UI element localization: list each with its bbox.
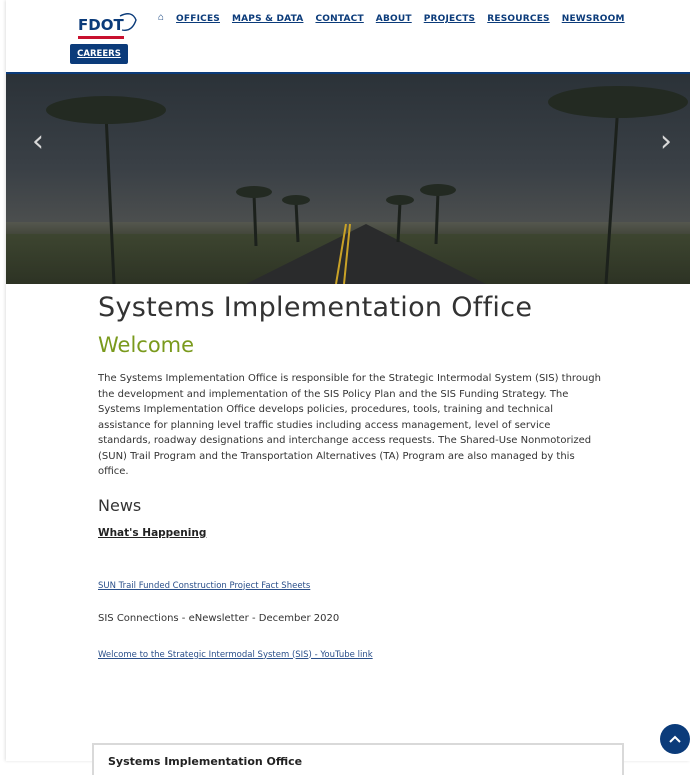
nav-newsroom[interactable]: NEWSROOM xyxy=(562,14,625,24)
scroll-to-top-button[interactable] xyxy=(660,724,690,754)
main-nav: ⌂ OFFICES MAPS & DATA CONTACT ABOUT PROJ… xyxy=(158,12,637,25)
carousel-next-icon[interactable]: › xyxy=(660,124,672,159)
hero-carousel: ‹ › xyxy=(6,74,690,284)
logo-underline xyxy=(78,36,124,39)
news-item-sun-trail[interactable]: SUN Trail Funded Construction Project Fa… xyxy=(98,581,618,591)
nav-projects[interactable]: PROJECTS xyxy=(424,14,476,24)
nav-contact[interactable]: CONTACT xyxy=(315,14,363,24)
chevron-up-icon xyxy=(669,735,681,743)
home-icon[interactable]: ⌂ xyxy=(158,12,164,23)
office-info-title: Systems Implementation Office xyxy=(108,755,303,768)
welcome-heading: Welcome xyxy=(98,333,195,357)
hero-palms-image xyxy=(46,86,688,284)
logo-text: FDOT xyxy=(78,16,124,34)
intro-paragraph: The Systems Implementation Office is res… xyxy=(98,373,601,477)
fdot-logo[interactable]: FDOT xyxy=(78,10,138,40)
carousel-prev-icon[interactable]: ‹ xyxy=(32,124,44,159)
careers-button[interactable]: CAREERS xyxy=(70,44,128,64)
news-heading: News xyxy=(98,495,142,515)
office-info-box: Systems Implementation Office xyxy=(92,743,624,775)
page-title: Systems Implementation Office xyxy=(98,292,533,323)
whats-happening-link[interactable]: What's Happening xyxy=(98,527,618,539)
nav-maps-data[interactable]: MAPS & DATA xyxy=(232,14,303,24)
nav-about[interactable]: ABOUT xyxy=(376,14,412,24)
news-item-youtube[interactable]: Welcome to the Strategic Intermodal Syst… xyxy=(98,650,618,660)
logo-swoosh-icon xyxy=(119,13,137,31)
nav-offices[interactable]: OFFICES xyxy=(176,14,220,24)
nav-resources[interactable]: RESOURCES xyxy=(487,14,549,24)
site-header: FDOT ⌂ OFFICES MAPS & DATA CONTACT ABOUT… xyxy=(6,0,690,72)
news-item-sis-connections: SIS Connections - eNewsletter - December… xyxy=(98,612,340,624)
page-frame: FDOT ⌂ OFFICES MAPS & DATA CONTACT ABOUT… xyxy=(6,0,690,775)
main-content: Systems Implementation Office Welcome Th… xyxy=(98,292,618,660)
